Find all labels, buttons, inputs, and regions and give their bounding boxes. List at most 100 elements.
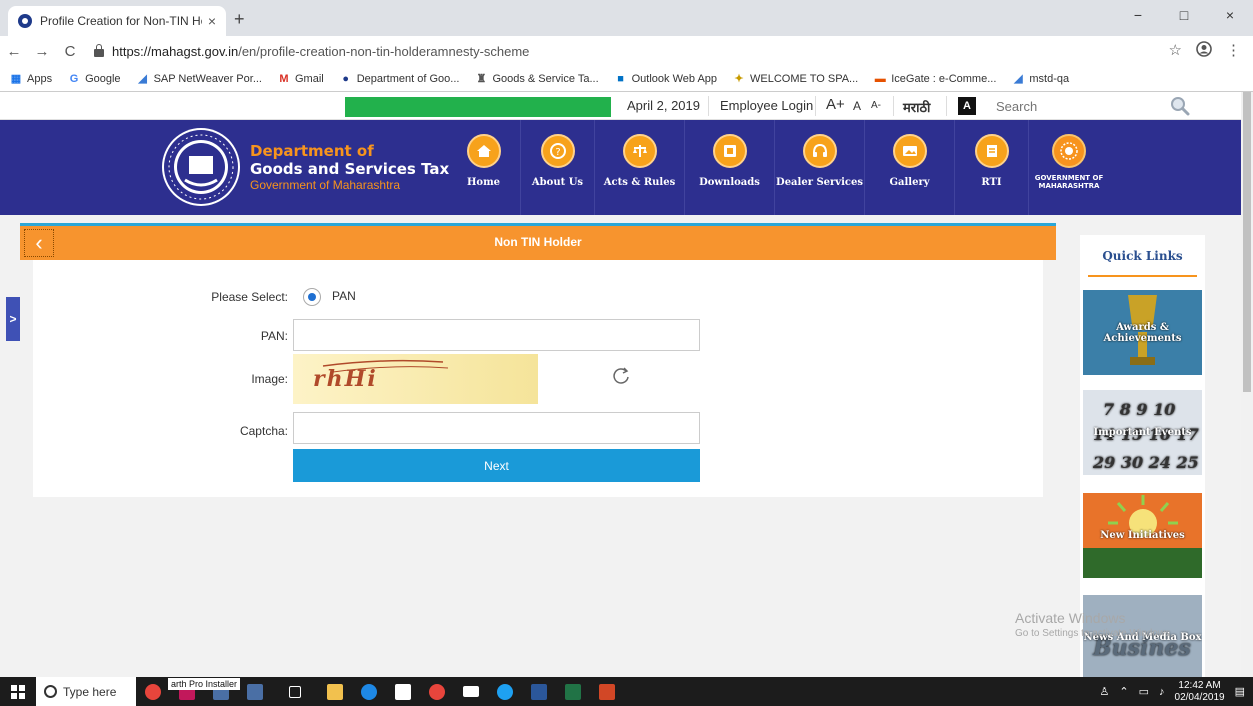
font-increase-button[interactable]: A+ xyxy=(826,96,845,113)
chrome-menu-icon[interactable]: ⋮ xyxy=(1226,41,1241,61)
bookmark-label: Goods & Service Ta... xyxy=(492,72,599,85)
bookmark-icon: ▦ xyxy=(10,72,22,85)
svg-text:7 8 9 10: 7 8 9 10 xyxy=(1103,400,1175,419)
powerpoint-icon[interactable] xyxy=(590,677,624,706)
department-subtitle: Government of Maharashtra xyxy=(250,178,401,192)
non-tin-form: Please Select: PAN PAN: Image: rhHi Capt… xyxy=(33,260,1043,497)
captcha-label: Captcha: xyxy=(239,424,288,438)
bookmark-label: Department of Goo... xyxy=(356,72,460,85)
search-icon[interactable] xyxy=(1170,96,1190,116)
sidebar-toggle-button[interactable]: > xyxy=(6,297,20,341)
pan-radio-label: PAN xyxy=(332,289,356,303)
bookmark-icon: ■ xyxy=(617,72,624,85)
captcha-input[interactable] xyxy=(293,412,700,444)
forward-button[interactable]: → xyxy=(28,43,56,60)
nav-home[interactable]: Home xyxy=(447,120,521,215)
people-icon[interactable]: ♙ xyxy=(1100,685,1110,698)
pan-label: PAN: xyxy=(260,329,288,343)
maximize-button[interactable]: □ xyxy=(1161,0,1207,30)
scrollbar-thumb[interactable] xyxy=(1243,92,1251,392)
bookmark-item[interactable]: ◢ SAP NetWeaver Por... xyxy=(137,73,262,85)
pan-radio[interactable] xyxy=(303,288,321,306)
language-marathi-link[interactable]: मराठी xyxy=(903,98,930,116)
employee-login-link[interactable]: Employee Login xyxy=(720,98,813,113)
battery-icon[interactable]: ▭ xyxy=(1139,685,1149,698)
tray-overflow-icon[interactable]: ⌃ xyxy=(1119,685,1128,698)
page-title-bar: Non TIN Holder ‹ xyxy=(20,226,1056,260)
bookmark-icon: M xyxy=(279,72,289,85)
page-title: Non TIN Holder xyxy=(494,235,582,249)
url-input[interactable]: https://mahagst.gov.in/en/profile-creati… xyxy=(94,39,1169,63)
bookmark-icon: G xyxy=(69,72,79,85)
file-explorer-icon[interactable] xyxy=(318,677,352,706)
bookmark-item[interactable]: ▬ IceGate : e-Comme... xyxy=(874,73,997,85)
chrome-icon[interactable] xyxy=(420,677,454,706)
bookmark-item[interactable]: ◢ mstd-qa xyxy=(1012,73,1069,85)
url-path: /en/profile-creation-non-tin-holderamnes… xyxy=(238,43,530,59)
next-button[interactable]: Next xyxy=(293,449,700,482)
main-navigation: Home ? About Us Acts & Rules Downloads D… xyxy=(447,120,1109,215)
close-window-button[interactable]: × xyxy=(1207,0,1253,30)
bookmark-item[interactable]: ● Department of Goo... xyxy=(340,72,460,85)
reload-button[interactable]: C xyxy=(56,43,84,60)
profile-icon[interactable] xyxy=(1196,41,1212,61)
notifications-icon[interactable]: ▤ xyxy=(1235,685,1245,698)
app-taskbar-icon-3[interactable] xyxy=(238,677,272,706)
bookmark-star-icon[interactable]: ☆ xyxy=(1169,41,1182,61)
taskbar-tooltip: arth Pro Installer xyxy=(168,678,241,690)
bookmark-item[interactable]: ♜ Goods & Service Ta... xyxy=(475,72,599,85)
font-decrease-button[interactable]: A- xyxy=(871,100,881,111)
bookmark-label: Apps xyxy=(27,72,53,85)
utility-strip: April 2, 2019 Employee Login A+ A A- मरा… xyxy=(0,92,1241,120)
site-header: Department of Goods and Services Tax Gov… xyxy=(0,120,1241,215)
word-icon[interactable] xyxy=(522,677,556,706)
pan-input[interactable] xyxy=(293,319,700,351)
page-scrollbar[interactable] xyxy=(1241,92,1253,677)
tab-close-icon[interactable]: × xyxy=(208,13,216,29)
captcha-text: rhHi xyxy=(313,366,378,392)
nav-downloads[interactable]: Downloads xyxy=(685,120,775,215)
quick-link-awards[interactable]: Awards & Achievements xyxy=(1083,290,1202,375)
window-controls: − □ × xyxy=(1115,0,1253,30)
nav-gallery[interactable]: Gallery xyxy=(865,120,955,215)
internet-explorer-icon[interactable] xyxy=(488,677,522,706)
nav-dealer-services[interactable]: Dealer Services xyxy=(775,120,865,215)
excel-icon[interactable] xyxy=(556,677,590,706)
quick-link-important-events[interactable]: 7 8 9 10 14 15 16 17 29 30 24 25 Important… xyxy=(1083,390,1202,475)
font-normal-button[interactable]: A xyxy=(853,99,861,113)
back-chevron-icon[interactable]: ‹ xyxy=(24,229,54,257)
bookmark-item[interactable]: M Gmail xyxy=(278,72,323,85)
chrome-taskbar-icon[interactable] xyxy=(136,677,170,706)
nav-about-us[interactable]: ? About Us xyxy=(521,120,595,215)
system-tray: ♙ ⌃ ▭ ♪ 12:42 AM 02/04/2019 ▤ xyxy=(1100,677,1253,706)
nav-government-of-maharashtra[interactable]: GOVERNMENT OF MAHARASHTRA xyxy=(1029,120,1109,215)
task-view-icon[interactable] xyxy=(272,677,318,706)
high-contrast-button[interactable]: A xyxy=(958,97,976,115)
mail-icon[interactable] xyxy=(454,677,488,706)
browser-tab[interactable]: Profile Creation for Non-TIN Hol × xyxy=(8,6,226,36)
bookmark-item[interactable]: G Google xyxy=(68,72,121,85)
tab-title: Profile Creation for Non-TIN Hol xyxy=(40,14,202,28)
refresh-captcha-icon[interactable] xyxy=(611,366,631,386)
site-favicon-icon xyxy=(18,14,32,28)
nav-acts-rules[interactable]: Acts & Rules xyxy=(595,120,685,215)
store-icon[interactable] xyxy=(386,677,420,706)
bookmarks-bar: ▦ Apps G Google ◢ SAP NetWeaver Por... M Gmail ●… xyxy=(0,66,1253,92)
new-tab-button[interactable]: + xyxy=(234,9,245,30)
bookmark-item[interactable]: ✦ WELCOME TO SPA... xyxy=(733,73,858,85)
nav-rti[interactable]: RTI xyxy=(955,120,1029,215)
back-button[interactable]: ← xyxy=(0,43,28,60)
web-page: April 2, 2019 Employee Login A+ A A- मरा… xyxy=(0,92,1253,677)
volume-icon[interactable]: ♪ xyxy=(1159,686,1165,698)
bookmark-label: mstd-qa xyxy=(1029,72,1070,85)
edge-icon[interactable] xyxy=(352,677,386,706)
minimize-button[interactable]: − xyxy=(1115,0,1161,30)
windows-start-icon[interactable] xyxy=(0,677,36,706)
home-icon xyxy=(466,134,501,168)
quick-link-new-initiatives[interactable]: New Initiatives xyxy=(1083,493,1202,578)
bookmark-item[interactable]: ▦ Apps xyxy=(10,73,52,85)
taskbar-search-box[interactable]: Type here xyxy=(36,677,136,706)
taskbar-clock[interactable]: 12:42 AM 02/04/2019 xyxy=(1175,680,1225,704)
bookmark-item[interactable]: ■ Outlook Web App xyxy=(615,73,717,85)
rti-icon xyxy=(974,134,1009,168)
